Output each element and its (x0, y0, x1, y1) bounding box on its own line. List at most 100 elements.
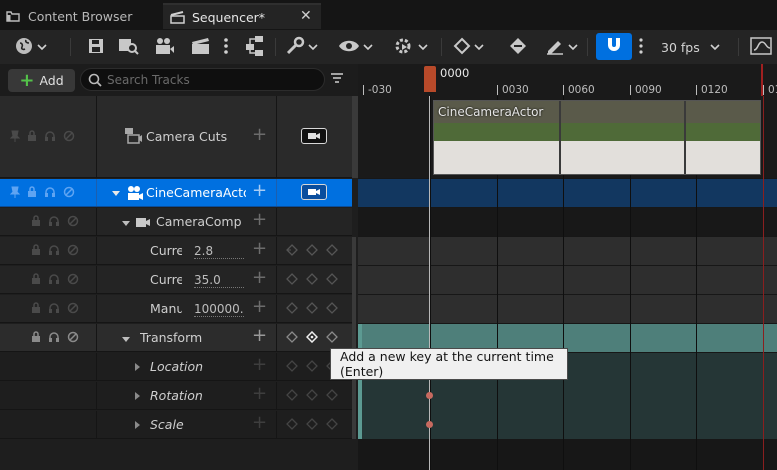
add-track-button[interactable]: + Add (8, 69, 75, 92)
track-row-cine-camera-actor[interactable]: CineCameraActor + (0, 179, 352, 207)
expand-arrow-icon[interactable] (121, 217, 131, 231)
expand-arrow-icon[interactable] (132, 361, 142, 375)
track-row-location[interactable]: Location + (0, 353, 352, 381)
mute-icon[interactable] (67, 331, 79, 346)
expand-arrow-icon[interactable] (132, 390, 142, 404)
add-track-icon[interactable]: + (252, 211, 267, 229)
playhead-handle[interactable] (424, 66, 436, 92)
framerate-dropdown[interactable]: 30 fps (661, 35, 720, 59)
timeline-track-area[interactable]: CineCameraActor (358, 96, 777, 470)
search-tracks-input[interactable]: Search Tracks (80, 68, 325, 91)
track-row-camera-component[interactable]: CameraCompon + (0, 208, 352, 236)
add-key-icon[interactable]: + (252, 327, 267, 345)
add-section-icon[interactable]: + (252, 126, 267, 144)
curve-editor-button[interactable] (750, 35, 772, 59)
scale-key[interactable] (426, 421, 433, 428)
headphones-icon[interactable] (44, 186, 56, 201)
headphones-icon[interactable] (44, 130, 56, 145)
snap-toggle-button[interactable] (596, 33, 632, 60)
add-key-icon[interactable] (306, 418, 318, 433)
track-row-camera-cuts[interactable]: Camera Cuts + (0, 96, 352, 178)
property-section[interactable] (358, 266, 777, 294)
key-interp-button[interactable] (508, 35, 528, 59)
add-key-icon[interactable]: + (252, 356, 267, 374)
tab-content-browser[interactable]: Content Browser (4, 3, 154, 29)
edit-mode-button[interactable] (545, 35, 578, 59)
render-movie-button[interactable] (155, 35, 175, 59)
tab-sequencer[interactable]: Sequencer* ✕ (163, 3, 321, 29)
tree-scrollbar-thumb[interactable] (352, 237, 356, 439)
headphones-icon[interactable] (48, 215, 60, 230)
camera-cut-key-button[interactable] (301, 128, 327, 144)
property-value-field[interactable]: 35.0 (194, 273, 244, 288)
mute-icon[interactable] (67, 273, 79, 288)
add-key-icon[interactable]: + (252, 414, 267, 432)
next-key-icon[interactable] (326, 389, 338, 404)
world-button[interactable] (14, 35, 47, 59)
lock-icon[interactable] (31, 330, 41, 346)
lock-icon[interactable] (27, 185, 37, 201)
lock-icon[interactable] (31, 214, 41, 230)
time-ruler[interactable]: -030 0030 0060 0090 0120 01 0000 (358, 64, 777, 96)
mute-icon[interactable] (67, 215, 79, 230)
property-value-field[interactable]: 100000.0 (194, 302, 244, 317)
headphones-icon[interactable] (48, 331, 60, 346)
add-key-icon[interactable] (306, 389, 318, 404)
add-key-icon[interactable]: + (252, 298, 267, 316)
lock-icon[interactable] (31, 301, 41, 317)
track-row-transform[interactable]: Transform + (0, 324, 352, 352)
track-row-property[interactable]: Currer 2.8 + (0, 237, 352, 265)
next-key-icon[interactable] (326, 273, 338, 288)
save-button[interactable] (88, 35, 104, 59)
camera-cut-clip[interactable]: CineCameraActor (433, 100, 761, 175)
lock-icon[interactable] (31, 243, 41, 259)
key-options-button[interactable] (453, 35, 484, 59)
previous-key-icon[interactable] (286, 244, 298, 259)
property-section[interactable] (358, 237, 777, 265)
mute-icon[interactable] (63, 186, 75, 201)
lock-icon[interactable] (31, 272, 41, 288)
previous-key-icon[interactable] (286, 418, 298, 433)
more-options-button[interactable] (223, 35, 229, 59)
previous-key-icon[interactable] (286, 389, 298, 404)
next-key-icon[interactable] (326, 244, 338, 259)
track-row-property[interactable]: Currer 35.0 + (0, 266, 352, 294)
previous-key-icon[interactable] (286, 331, 298, 346)
headphones-icon[interactable] (48, 273, 60, 288)
filter-button[interactable] (330, 72, 344, 89)
rotation-key[interactable] (426, 392, 433, 399)
clapper-button[interactable] (190, 35, 212, 59)
camera-key-button[interactable] (301, 184, 327, 200)
previous-key-icon[interactable] (286, 360, 298, 375)
mute-icon[interactable] (67, 244, 79, 259)
add-key-icon[interactable]: + (252, 269, 267, 287)
hierarchy-button[interactable] (243, 35, 265, 59)
next-key-icon[interactable] (326, 418, 338, 433)
add-key-icon[interactable] (306, 302, 318, 317)
add-key-icon[interactable] (306, 360, 318, 375)
track-row-property[interactable]: Manu 100000.0 + (0, 295, 352, 323)
mute-icon[interactable] (63, 130, 75, 145)
close-icon[interactable]: ✕ (300, 8, 312, 24)
next-key-icon[interactable] (326, 331, 338, 346)
tools-button[interactable] (285, 35, 318, 59)
track-row-scale[interactable]: Scale + (0, 411, 352, 439)
pin-icon[interactable] (9, 186, 21, 201)
find-asset-button[interactable] (118, 35, 140, 59)
add-key-icon[interactable]: + (252, 240, 267, 258)
track-row-rotation[interactable]: Rotation + (0, 382, 352, 410)
add-key-icon[interactable] (306, 273, 318, 288)
pin-icon[interactable] (9, 130, 21, 145)
snap-options-button[interactable] (638, 35, 644, 59)
headphones-icon[interactable] (48, 244, 60, 259)
expand-arrow-icon[interactable] (132, 419, 142, 433)
lock-icon[interactable] (27, 129, 37, 145)
end-marker[interactable] (761, 64, 763, 96)
mute-icon[interactable] (67, 302, 79, 317)
expand-arrow-icon[interactable] (111, 187, 121, 201)
property-value-field[interactable]: 2.8 (194, 244, 244, 259)
headphones-icon[interactable] (48, 302, 60, 317)
playback-options-button[interactable] (393, 35, 428, 59)
previous-key-icon[interactable] (286, 302, 298, 317)
add-track-icon[interactable]: + (252, 182, 267, 200)
